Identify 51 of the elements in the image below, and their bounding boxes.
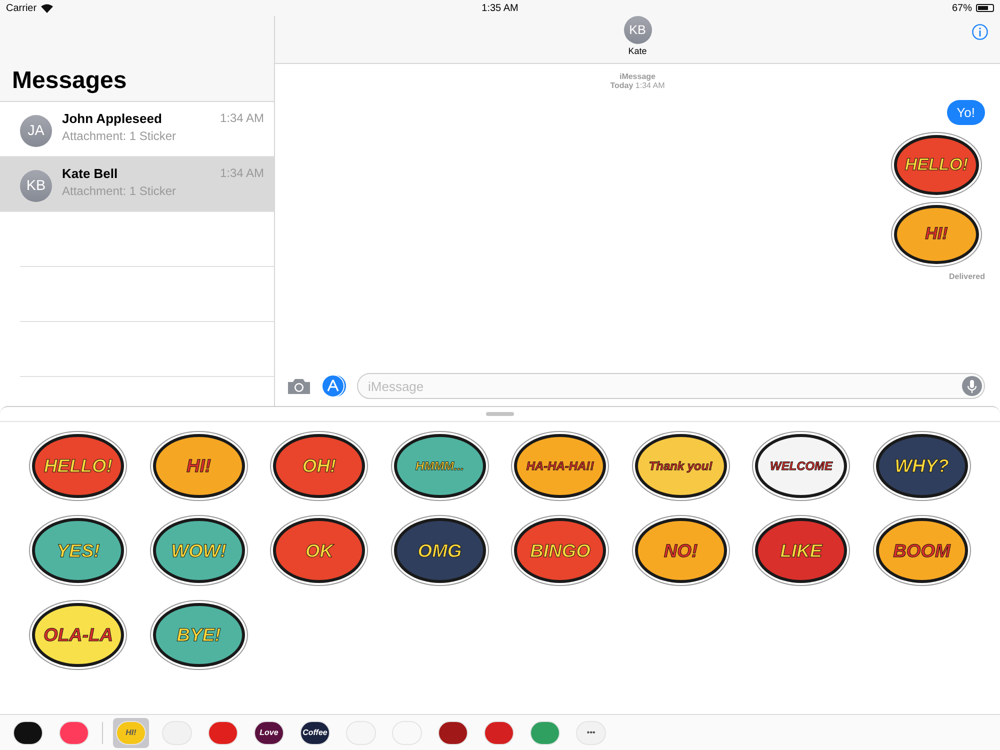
message-bubble: Yo!	[946, 100, 985, 125]
avatar: KB	[20, 170, 52, 202]
battery-percent: 67%	[952, 2, 972, 14]
wifi-icon	[40, 4, 53, 12]
sticker[interactable]: HELLO!	[32, 434, 124, 498]
sticker[interactable]: WOW!	[152, 518, 245, 583]
conversation-row[interactable]: KB Kate Bell 1:34 AM Attachment: 1 Sticker	[0, 157, 274, 212]
message-input[interactable]: iMessage	[357, 373, 985, 399]
contact-name: Kate Bell	[62, 166, 118, 181]
sticker[interactable]: LIKE	[755, 518, 848, 583]
message-time: 1:34 AM	[220, 111, 264, 126]
app-icon[interactable]: Love	[254, 720, 284, 744]
sticker[interactable]: WELCOME	[755, 434, 848, 498]
message-time: 1:34 AM	[220, 166, 264, 181]
sticker[interactable]: BYE!	[152, 602, 245, 668]
sticker[interactable]: OMG	[394, 518, 486, 583]
service-label: iMessage	[619, 72, 656, 81]
sticker[interactable]: OK	[273, 518, 366, 583]
carrier-label: Carrier	[6, 2, 37, 14]
clock: 1:35 AM	[482, 2, 518, 14]
sticker[interactable]: Thank you!	[634, 434, 727, 498]
timestamp: Today 1:34 AM	[610, 81, 665, 90]
contact-name[interactable]: Kate	[628, 46, 647, 56]
avatar: KB	[624, 16, 652, 44]
app-icon[interactable]	[13, 720, 43, 744]
message-preview: Attachment: 1 Sticker	[62, 184, 178, 198]
camera-icon[interactable]	[287, 377, 311, 395]
app-icon[interactable]: Coffee	[300, 720, 330, 744]
app-icon[interactable]: •••	[576, 720, 606, 744]
contact-name: John Appleseed	[62, 111, 162, 126]
drawer-handle[interactable]	[486, 412, 514, 416]
sticker[interactable]: HI!	[152, 434, 245, 498]
sticker[interactable]: NO!	[634, 518, 727, 583]
microphone-icon[interactable]	[962, 376, 982, 396]
app-icon[interactable]: HI!	[116, 720, 146, 744]
avatar: JA	[20, 115, 52, 147]
delivery-status: Delivered	[948, 272, 985, 281]
sticker[interactable]: BINGO	[514, 518, 606, 583]
sticker[interactable]: YES!	[32, 518, 124, 583]
app-store-icon[interactable]	[321, 375, 347, 397]
sticker[interactable]: HA-HA-HA!!	[514, 434, 606, 498]
battery-icon	[976, 4, 994, 12]
sticker[interactable]: OH!	[273, 434, 366, 498]
info-icon[interactable]	[972, 24, 988, 40]
sticker[interactable]: WHY?	[876, 434, 968, 498]
sticker[interactable]: BOOM	[876, 518, 968, 583]
app-icon[interactable]	[438, 720, 468, 744]
sticker: HI!	[894, 204, 979, 264]
message-preview: Attachment: 1 Sticker	[62, 129, 178, 143]
list-title: Messages	[12, 67, 127, 95]
sticker[interactable]: OLA-LA	[32, 602, 124, 668]
